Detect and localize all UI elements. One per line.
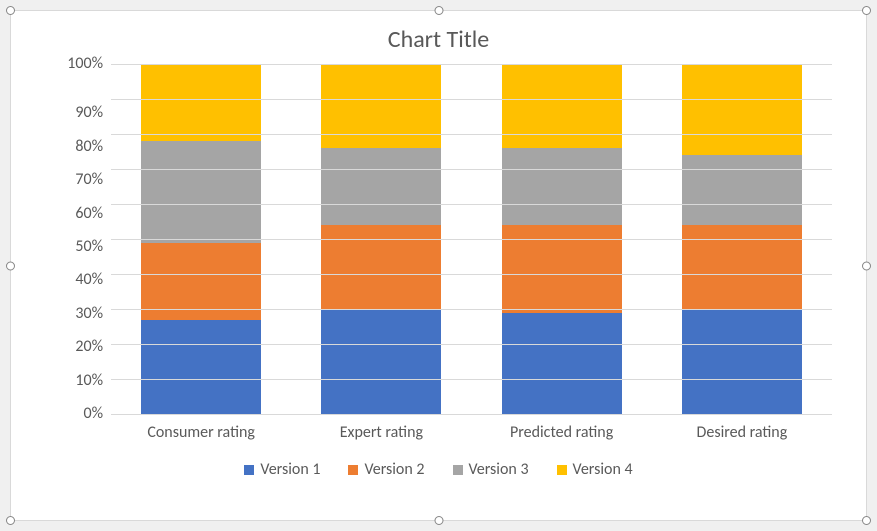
y-tick-label: 50%	[75, 239, 103, 255]
category-label: Desired rating	[652, 415, 832, 442]
gridline	[111, 134, 832, 135]
gridline	[111, 309, 832, 310]
y-tick-label: 10%	[75, 373, 103, 389]
chart-title[interactable]: Chart Title	[11, 25, 866, 54]
plot-area[interactable]	[111, 64, 832, 415]
x-axis[interactable]: Consumer ratingExpert ratingPredicted ra…	[111, 415, 832, 442]
resize-handle-top-right[interactable]	[862, 6, 871, 15]
gridline	[111, 239, 832, 240]
gridline	[111, 99, 832, 100]
legend-label: Version 4	[573, 460, 633, 479]
bar-segment[interactable]	[502, 64, 622, 148]
y-tick-label: 40%	[75, 272, 103, 288]
bar-segment[interactable]	[321, 64, 441, 148]
bar-segment[interactable]	[321, 225, 441, 309]
gridline	[111, 64, 832, 65]
legend-swatch	[557, 465, 567, 475]
y-tick-label: 20%	[75, 339, 103, 355]
gridline	[111, 344, 832, 345]
chart-object[interactable]: Chart Title 100% 90% 80% 70% 60% 50% 40% 30% 20%…	[10, 10, 867, 521]
legend-item[interactable]: Version 4	[557, 460, 633, 479]
bar-segment[interactable]	[682, 155, 802, 225]
legend-swatch	[348, 465, 358, 475]
category-label: Predicted rating	[472, 415, 652, 442]
bar-segment[interactable]	[141, 141, 261, 243]
y-tick-label: 100%	[67, 56, 103, 72]
bar-segment[interactable]	[321, 148, 441, 225]
bar-segment[interactable]	[321, 309, 441, 414]
legend-label: Version 3	[469, 460, 529, 479]
bar-segment[interactable]	[141, 320, 261, 415]
bar-segment[interactable]	[682, 309, 802, 414]
bar-segment[interactable]	[502, 313, 622, 415]
y-tick-label: 0%	[83, 406, 103, 422]
bar-segment[interactable]	[141, 64, 261, 141]
legend[interactable]: Version 1 Version 2 Version 3 Version 4	[11, 460, 866, 479]
resize-handle-bottom-middle[interactable]	[434, 516, 443, 525]
gridline	[111, 379, 832, 380]
resize-handle-bottom-right[interactable]	[862, 516, 871, 525]
resize-handle-middle-left[interactable]	[6, 261, 15, 270]
y-axis[interactable]: 100%90%80%70%60%50%40%30%20%10%0%	[11, 64, 111, 414]
bar-segment[interactable]	[682, 225, 802, 309]
resize-handle-top-middle[interactable]	[434, 6, 443, 15]
resize-handle-top-left[interactable]	[6, 6, 15, 15]
legend-swatch	[244, 465, 254, 475]
bar-segment[interactable]	[141, 243, 261, 320]
y-tick-label: 30%	[75, 306, 103, 322]
gridline	[111, 414, 832, 415]
gridline	[111, 204, 832, 205]
legend-label: Version 2	[364, 460, 424, 479]
category-label: Expert rating	[291, 415, 471, 442]
resize-handle-middle-right[interactable]	[862, 261, 871, 270]
worksheet-area: Chart Title 100% 90% 80% 70% 60% 50% 40% 30% 20%…	[0, 0, 877, 531]
y-tick-label: 60%	[75, 206, 103, 222]
y-tick-label: 80%	[75, 139, 103, 155]
legend-label: Version 1	[260, 460, 320, 479]
category-label: Consumer rating	[111, 415, 291, 442]
gridline	[111, 274, 832, 275]
legend-item[interactable]: Version 3	[453, 460, 529, 479]
y-tick-label: 70%	[75, 172, 103, 188]
gridline	[111, 169, 832, 170]
legend-item[interactable]: Version 2	[348, 460, 424, 479]
y-tick-label: 90%	[75, 105, 103, 121]
legend-item[interactable]: Version 1	[244, 460, 320, 479]
bar-segment[interactable]	[502, 148, 622, 225]
bar-segment[interactable]	[682, 64, 802, 155]
legend-swatch	[453, 465, 463, 475]
resize-handle-bottom-left[interactable]	[6, 516, 15, 525]
plot-row: 100%90%80%70%60%50%40%30%20%10%0%	[11, 64, 866, 415]
